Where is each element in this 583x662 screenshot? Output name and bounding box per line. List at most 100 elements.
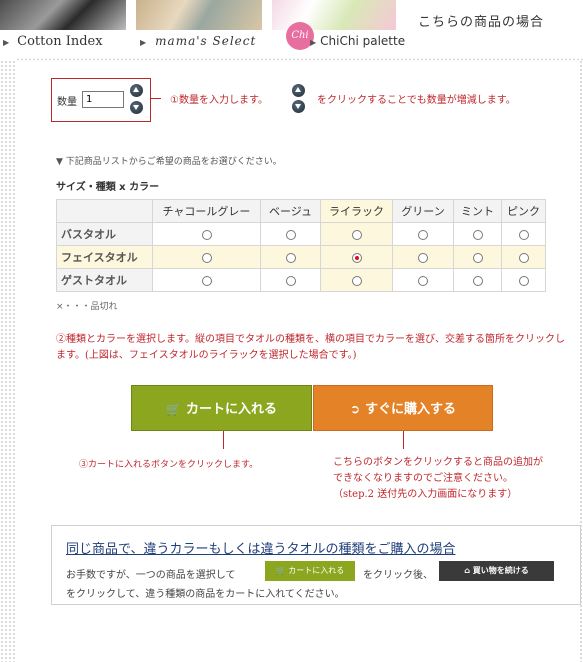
column-header: チャコールグレー bbox=[152, 199, 261, 223]
radio-button[interactable] bbox=[285, 252, 296, 263]
option-cell[interactable] bbox=[453, 222, 502, 246]
radio-button[interactable] bbox=[472, 229, 483, 240]
info-text: をクリックして、違う種類の商品をカートに入れてください。 bbox=[66, 589, 345, 600]
option-cell[interactable] bbox=[392, 245, 454, 269]
table-row-selected: フェイスタオル bbox=[56, 245, 546, 269]
option-cell[interactable] bbox=[320, 222, 393, 246]
matrix-header-row: チャコールグレー ベージュ ライラック グリーン ミント ピンク bbox=[56, 199, 546, 223]
quantity-down-icon[interactable] bbox=[130, 101, 143, 114]
radio-button[interactable] bbox=[201, 275, 212, 286]
dotted-left-border bbox=[0, 60, 16, 662]
option-cell[interactable] bbox=[501, 222, 546, 246]
table-row: ゲストタオル bbox=[56, 268, 546, 292]
quantity-up-icon[interactable] bbox=[130, 84, 143, 97]
nav-label: mama's Select bbox=[155, 34, 257, 48]
radio-button[interactable] bbox=[518, 229, 529, 240]
column-header: ピンク bbox=[501, 199, 546, 223]
buy-now-label: すぐに購入する bbox=[365, 402, 457, 417]
cotton-index-thumbnail[interactable] bbox=[0, 0, 126, 30]
radio-button[interactable] bbox=[351, 275, 362, 286]
nav-mamas-select[interactable]: ▶ mama's Select bbox=[140, 34, 256, 48]
info-box: 同じ商品で、違うカラーもしくは違うタオルの種類をご購入の場合 お手数ですが、一つ… bbox=[51, 525, 581, 605]
product-list-instruction: ▼ 下記商品リストからご希望の商品をお選びください。 bbox=[56, 157, 282, 167]
radio-button[interactable] bbox=[472, 275, 483, 286]
quantity-note: ①数量を入力します。 bbox=[170, 95, 268, 106]
option-cell[interactable] bbox=[152, 245, 261, 269]
radio-button[interactable] bbox=[518, 275, 529, 286]
option-cell[interactable] bbox=[453, 268, 502, 292]
mini-cart-label: カートに入れる bbox=[288, 566, 345, 575]
radio-button[interactable] bbox=[201, 229, 212, 240]
option-cell[interactable] bbox=[260, 222, 321, 246]
buy-now-note-line: こちらのボタンをクリックすると商品の追加が bbox=[333, 457, 543, 468]
radio-button[interactable] bbox=[285, 275, 296, 286]
option-cell[interactable] bbox=[392, 268, 454, 292]
matrix-corner bbox=[56, 199, 153, 223]
buy-now-note-line: （step.2 送付先の入力画面になります） bbox=[333, 489, 518, 500]
option-cell-selected[interactable] bbox=[320, 245, 393, 269]
home-icon: ⌂ bbox=[464, 566, 473, 575]
info-text: をクリック後、 bbox=[363, 570, 433, 581]
add-to-cart-button[interactable]: 🛒 カートに入れる bbox=[131, 385, 312, 431]
radio-button-checked[interactable] bbox=[351, 252, 362, 263]
page-title: こちらの商品の場合 bbox=[418, 15, 545, 30]
option-cell[interactable] bbox=[453, 245, 502, 269]
quantity-input[interactable] bbox=[82, 91, 124, 108]
header-banner: Chi ▶ Cotton Index ▶ mama's Select ▶ ChiChi… bbox=[0, 0, 583, 56]
column-header: ベージュ bbox=[260, 199, 321, 223]
radio-button[interactable] bbox=[472, 252, 483, 263]
add-to-cart-label: カートに入れる bbox=[185, 402, 277, 417]
nav-chichi-palette[interactable]: ▶ ChiChi palette bbox=[310, 34, 405, 48]
radio-button[interactable] bbox=[418, 252, 428, 263]
quantity-label: 数量 bbox=[57, 97, 77, 108]
selection-note: ②種類とカラーを選択します。縦の項目でタオルの種類を、横の項目でカラーを選び、交… bbox=[56, 334, 565, 361]
spinner-up-icon bbox=[292, 84, 305, 97]
radio-button[interactable] bbox=[351, 229, 362, 240]
table-row: バスタオル bbox=[56, 222, 546, 246]
radio-button[interactable] bbox=[418, 275, 428, 286]
info-title: 同じ商品で、違うカラーもしくは違うタオルの種類をご購入の場合 bbox=[66, 542, 456, 557]
option-cell[interactable] bbox=[501, 245, 546, 269]
soldout-legend: ×・・・品切れ bbox=[56, 302, 118, 312]
info-text: お手数ですが、一つの商品を選択して bbox=[66, 570, 236, 581]
spinner-note: をクリックすることでも数量が増減します。 bbox=[317, 95, 516, 106]
nav-arrow-icon: ▶ bbox=[140, 38, 148, 47]
option-cell[interactable] bbox=[392, 222, 454, 246]
column-header: グリーン bbox=[392, 199, 454, 223]
radio-button[interactable] bbox=[201, 252, 212, 263]
row-header: ゲストタオル bbox=[56, 268, 153, 292]
nav-arrow-icon: ▶ bbox=[3, 38, 10, 47]
option-cell[interactable] bbox=[320, 268, 393, 292]
nav-label: ChiChi palette bbox=[320, 34, 406, 48]
callout-line bbox=[223, 431, 224, 449]
cart-note: ③カートに入れるボタンをクリックします。 bbox=[79, 460, 259, 470]
buy-now-note-line: できなくなりますのでご注意ください。 bbox=[333, 473, 513, 484]
radio-button[interactable] bbox=[518, 252, 529, 263]
column-header: ミント bbox=[453, 199, 502, 223]
option-cell[interactable] bbox=[260, 268, 321, 292]
buy-now-note: こちらのボタンをクリックすると商品の追加が できなくなりますのでご注意ください。… bbox=[333, 455, 563, 503]
buy-now-button[interactable]: ➲ すぐに購入する bbox=[313, 385, 493, 431]
quantity-box: 数量 bbox=[51, 78, 151, 122]
option-cell[interactable] bbox=[501, 268, 546, 292]
dotted-divider bbox=[16, 58, 583, 61]
arrow-circle-icon: ➲ bbox=[349, 402, 361, 416]
mamas-select-thumbnail[interactable] bbox=[136, 0, 262, 30]
mini-continue-label: 買い物を続ける bbox=[472, 566, 529, 575]
callout-line bbox=[151, 98, 161, 99]
radio-button[interactable] bbox=[418, 229, 428, 240]
matrix-subheading: サイズ・種類 x カラー bbox=[56, 182, 160, 193]
mini-continue-shopping-button: ⌂ 買い物を続ける bbox=[439, 561, 554, 581]
nav-label: Cotton Index bbox=[17, 34, 103, 49]
spinner-down-icon bbox=[292, 100, 305, 113]
row-header: バスタオル bbox=[56, 222, 153, 246]
option-cell[interactable] bbox=[260, 245, 321, 269]
option-cell[interactable] bbox=[152, 222, 261, 246]
mini-add-to-cart-button: 🛒 カートに入れる bbox=[265, 561, 355, 581]
nav-arrow-icon: ▶ bbox=[310, 38, 317, 47]
radio-button[interactable] bbox=[285, 229, 296, 240]
option-cell[interactable] bbox=[152, 268, 261, 292]
callout-line bbox=[403, 431, 404, 449]
cart-icon: 🛒 bbox=[166, 402, 181, 416]
nav-cotton-index[interactable]: ▶ Cotton Index bbox=[3, 34, 103, 49]
